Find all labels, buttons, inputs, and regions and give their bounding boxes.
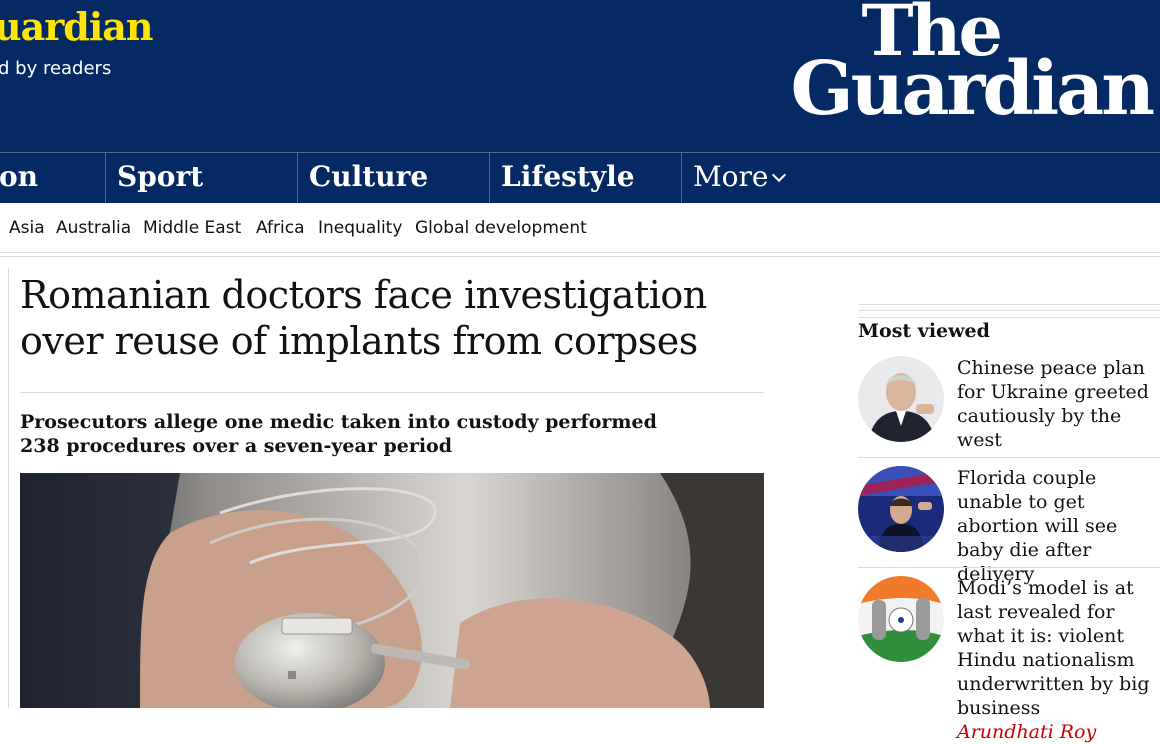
masthead: uardian d by readers The Guardian (0, 0, 1160, 152)
nav-item-sport[interactable]: Sport (105, 153, 297, 203)
divider (20, 392, 764, 393)
most-viewed-byline[interactable]: Arundhati Roy (957, 721, 1096, 743)
most-viewed-headline-text: Modi’s model is at last revealed for wha… (957, 577, 1150, 719)
guardian-logo[interactable]: The Guardian (790, 0, 1155, 132)
most-viewed-item[interactable]: Florida couple unable to get abortion wi… (858, 466, 1160, 585)
support-title[interactable]: uardian (0, 4, 154, 49)
divider (858, 457, 1160, 458)
most-viewed-title: Most viewed (858, 320, 990, 342)
divider (858, 567, 1160, 568)
politician-stage-photo (858, 466, 944, 552)
subnav-africa[interactable]: Africa (256, 218, 305, 238)
most-viewed-headline: Modi’s model is at last revealed for wha… (957, 576, 1160, 744)
thumbnail-image (858, 466, 944, 552)
sub-nav: Asia Australia Middle East Africa Inequa… (0, 202, 1160, 253)
illustration-photo (858, 576, 944, 662)
thumbnail-image (858, 576, 944, 662)
article-headline: Romanian doctors face investigation over… (20, 273, 707, 363)
most-viewed-item[interactable]: Modi’s model is at last revealed for wha… (858, 576, 1160, 743)
subnav-middle-east[interactable]: Middle East (143, 218, 241, 238)
subnav-australia[interactable]: Australia (56, 218, 131, 238)
most-viewed-item[interactable]: Chinese peace plan for Ukraine greeted c… (858, 356, 1160, 456)
nav-item-lifestyle[interactable]: Lifestyle (489, 153, 681, 203)
support-subtitle: d by readers (0, 58, 112, 79)
primary-nav: on Sport Culture Lifestyle More (0, 152, 1160, 203)
chevron-down-icon (772, 167, 787, 183)
thumbnail-image (858, 356, 944, 442)
pacemaker-photo (20, 473, 764, 708)
most-viewed-headline: Chinese peace plan for Ukraine greeted c… (957, 357, 1149, 451)
subnav-asia[interactable]: Asia (9, 218, 45, 238)
subnav-inequality[interactable]: Inequality (318, 218, 402, 238)
most-viewed-headline: Florida couple unable to get abortion wi… (957, 467, 1118, 585)
divider (0, 256, 1160, 257)
nav-item-opinion[interactable]: on (0, 153, 38, 203)
most-viewed-rules (858, 304, 1160, 318)
subnav-global-development[interactable]: Global development (415, 218, 587, 238)
portrait-photo (858, 356, 944, 442)
article-main-image (20, 473, 764, 708)
nav-more-label: More (693, 160, 769, 193)
nav-item-more[interactable]: More (681, 153, 787, 203)
logo-line-2: Guardian (790, 46, 1155, 132)
column-divider (8, 268, 9, 708)
article-standfirst: Prosecutors allege one medic taken into … (20, 411, 657, 457)
nav-item-culture[interactable]: Culture (297, 153, 489, 203)
